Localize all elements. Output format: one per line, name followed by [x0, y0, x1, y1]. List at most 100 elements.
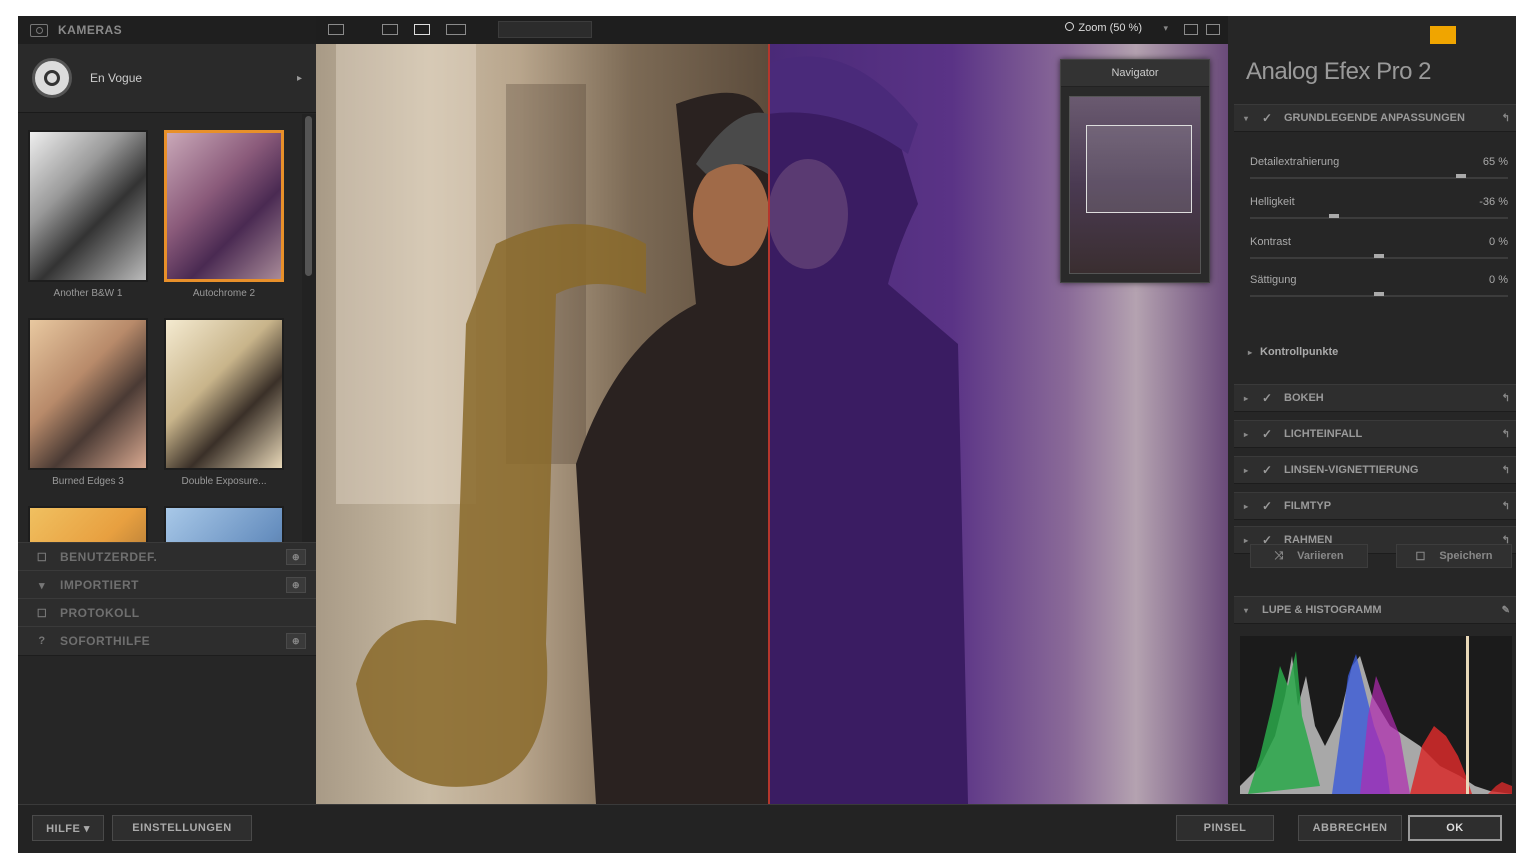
preset-thumbnail[interactable]: [28, 506, 148, 542]
slider-value: -36 %: [1479, 196, 1508, 208]
thumbnail-scrollbar[interactable]: [302, 114, 316, 542]
adjustment-slider[interactable]: Kontrast 0 %: [1244, 236, 1514, 270]
reset-icon[interactable]: ↰: [1502, 113, 1510, 124]
slider-track[interactable]: [1250, 177, 1508, 179]
saxophone-player-silhouette: [356, 92, 768, 804]
checkmark-icon[interactable]: ✓: [1262, 463, 1276, 477]
import-icon: ▾: [38, 579, 46, 592]
preset-thumbnail-image: [28, 130, 148, 282]
checkmark-icon[interactable]: ✓: [1262, 427, 1276, 441]
effect-section[interactable]: ▸ ✓ LICHTEINFALL ↰: [1234, 420, 1516, 448]
slider-name: Helligkeit: [1250, 196, 1295, 208]
preset-thumbnail[interactable]: Double Exposure...: [164, 318, 284, 487]
section-label: LINSEN-VIGNETTIERUNG: [1284, 464, 1419, 476]
preset-name: En Vogue: [90, 71, 143, 85]
control-points-toggle[interactable]: ▸ Kontrollpunkte: [1234, 340, 1516, 364]
navigator-viewport-box[interactable]: [1086, 125, 1192, 213]
pin-icon[interactable]: ✎: [1502, 605, 1510, 616]
preset-thumbnail-caption: Another B&W 1: [53, 288, 123, 299]
single-view-icon[interactable]: [382, 24, 398, 35]
section-label: SOFORTHILFE: [60, 634, 151, 648]
section-label: IMPORTIERT: [60, 578, 139, 592]
panel-toggle-icon[interactable]: [328, 24, 344, 35]
reset-icon[interactable]: ↰: [1502, 465, 1510, 476]
speichern-label: Speichern: [1439, 550, 1493, 562]
slider-name: Sättigung: [1250, 274, 1297, 286]
help-button[interactable]: HILFE ▾: [32, 815, 104, 841]
slider-knob[interactable]: [1455, 174, 1466, 178]
preset-arrow-icon[interactable]: ▸: [297, 73, 302, 84]
navigator-title: Navigator: [1061, 60, 1209, 87]
checkmark-icon[interactable]: ✓: [1262, 499, 1276, 513]
section-soforthilfe[interactable]: ? SOFORTHILFE ⊕: [18, 626, 316, 656]
preset-thumbnail[interactable]: Another B&W 1: [28, 130, 148, 299]
variieren-button[interactable]: ⤨ Variieren: [1250, 544, 1368, 568]
preset-thumbnail-image: [28, 318, 148, 470]
cancel-button[interactable]: ABBRECHEN: [1298, 815, 1402, 841]
preset-thumbnail-caption: Burned Edges 3: [52, 476, 124, 487]
section-importiert[interactable]: ▾ IMPORTIERT ⊕: [18, 570, 316, 600]
cameras-header[interactable]: KAMERAS: [18, 16, 316, 44]
shuffle-icon: ⤨: [1274, 549, 1284, 562]
preset-thumbnail[interactable]: Burned Edges 3: [28, 318, 148, 487]
fullscreen-icon[interactable]: [1206, 24, 1220, 35]
zoom-control[interactable]: Zoom (50 %): [1065, 22, 1142, 34]
left-panel: KAMERAS En Vogue ▸ Another B&W 1 Autochr…: [18, 16, 316, 804]
section-loupe-histogram[interactable]: ▾ LUPE & HISTOGRAMM ✎: [1234, 596, 1516, 624]
effect-section[interactable]: ▸ ✓ BOKEH ↰: [1234, 384, 1516, 412]
preset-thumbnail[interactable]: [164, 506, 284, 542]
zoom-dropdown-icon[interactable]: ▾: [1163, 23, 1168, 34]
preset-thumbnail-selected[interactable]: Autochrome 2: [164, 130, 284, 299]
add-icon[interactable]: ⊕: [286, 633, 306, 649]
scrollbar-thumb[interactable]: [305, 116, 312, 276]
section-basic-adjustments[interactable]: ▾ ✓ GRUNDLEGENDE ANPASSUNGEN ↰: [1234, 104, 1516, 132]
reset-icon[interactable]: ↰: [1502, 393, 1510, 404]
navigator-panel: Navigator: [1060, 59, 1210, 283]
settings-button[interactable]: EINSTELLUNGEN: [112, 815, 252, 841]
ok-button[interactable]: OK: [1408, 815, 1502, 841]
side-by-side-view-icon[interactable]: [446, 24, 466, 35]
histogram: [1240, 636, 1512, 794]
adjustment-slider[interactable]: Helligkeit -36 %: [1244, 196, 1514, 230]
effect-section[interactable]: ▸ ✓ FILMTYP ↰: [1234, 492, 1516, 520]
histogram-graph: [1240, 636, 1512, 794]
section-label: BOKEH: [1284, 392, 1324, 404]
adjustment-slider[interactable]: Sättigung 0 %: [1244, 274, 1514, 308]
split-view-divider[interactable]: [768, 44, 770, 804]
nik-logo-icon: [1430, 26, 1456, 44]
preset-selector[interactable]: En Vogue ▸: [18, 44, 316, 113]
checkmark-icon[interactable]: ✓: [1262, 111, 1276, 125]
slider-value: 65 %: [1482, 156, 1508, 168]
slider-track[interactable]: [1250, 217, 1508, 219]
slider-knob[interactable]: [1329, 214, 1340, 218]
slider-knob[interactable]: [1374, 292, 1384, 296]
original-image-half: [316, 44, 768, 804]
preset-thumbnail-grid: Another B&W 1 Autochrome 2 Burned Edges …: [18, 114, 302, 542]
expand-arrow-icon: ▸: [1244, 393, 1249, 403]
checkmark-icon[interactable]: ✓: [1262, 391, 1276, 405]
effect-section[interactable]: ▸ ✓ LINSEN-VIGNETTIERUNG ↰: [1234, 456, 1516, 484]
camera-dial-icon: [32, 58, 72, 98]
background-toggle-icon[interactable]: [1184, 24, 1198, 35]
preset-thumbnail-caption: Double Exposure...: [181, 476, 267, 487]
expand-arrow-icon: ▸: [1244, 501, 1249, 511]
navigator-preview[interactable]: [1069, 96, 1201, 274]
speichern-button[interactable]: ☐ Speichern: [1396, 544, 1512, 568]
adjustment-slider[interactable]: Detailextrahierung 65 %: [1244, 156, 1514, 190]
slider-knob[interactable]: [1374, 254, 1384, 258]
reset-icon[interactable]: ↰: [1502, 501, 1510, 512]
image-canvas[interactable]: Navigator: [316, 44, 1228, 804]
collapse-arrow-icon: ▾: [1244, 113, 1249, 123]
reset-icon[interactable]: ↰: [1502, 429, 1510, 440]
section-label: BENUTZERDEF.: [60, 550, 158, 564]
section-protokoll[interactable]: ☐ PROTOKOLL: [18, 598, 316, 628]
brush-button[interactable]: PINSEL: [1176, 815, 1274, 841]
section-benutzerdef[interactable]: ☐ BENUTZERDEF. ⊕: [18, 542, 316, 572]
compare-button[interactable]: [498, 21, 592, 38]
add-icon[interactable]: ⊕: [286, 577, 306, 593]
add-icon[interactable]: ⊕: [286, 549, 306, 565]
expand-arrow-icon: ▸: [1248, 347, 1253, 357]
section-label: FILMTYP: [1284, 500, 1332, 512]
split-view-icon[interactable]: [414, 24, 430, 35]
app-window: KAMERAS En Vogue ▸ Another B&W 1 Autochr…: [18, 16, 1516, 853]
